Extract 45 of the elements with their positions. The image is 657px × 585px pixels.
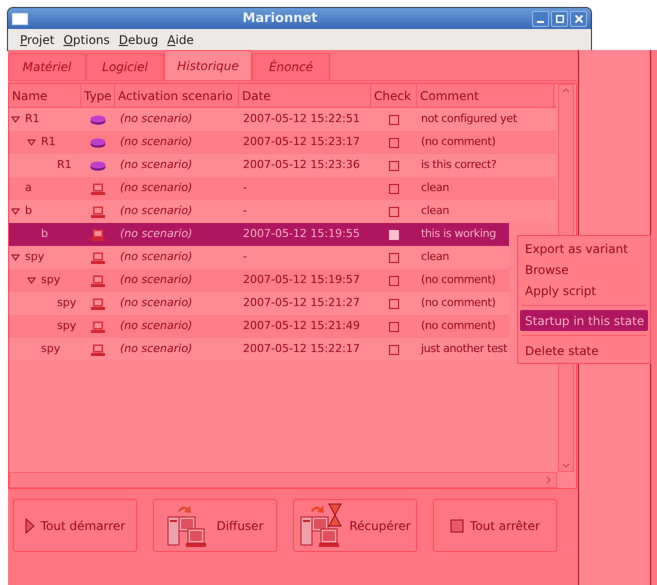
table-cell: this is working: [421, 227, 496, 240]
table-cell: (no comment): [421, 319, 496, 332]
table-cell: 2007-05-12 15:23:36: [243, 158, 360, 172]
tree-cell-text: R1: [41, 134, 56, 150]
tree-cell-text: spy: [41, 272, 60, 288]
table-cell: (no scenario): [120, 158, 192, 172]
tree-cell-text: spy: [57, 295, 76, 312]
table-cell: 2007-05-12 15:21:27: [243, 296, 360, 310]
table-cell: 2007-05-12 15:22:51: [243, 112, 360, 126]
table-cell: (no scenario): [120, 112, 192, 126]
table-cell: 2007-05-12 15:23:17: [243, 135, 360, 148]
table-cell: clean: [421, 181, 450, 194]
table-cell: (no comment): [421, 273, 496, 286]
table-cell: (no scenario): [120, 342, 192, 356]
table-cell: 2007-05-12 15:22:17: [243, 342, 360, 356]
tree-cell-text: R1: [57, 157, 72, 174]
tree-cell-text: spy: [57, 318, 76, 334]
table-cell: -: [243, 181, 247, 194]
tree-cell-text: R1: [25, 111, 40, 128]
tree-cell-text: spy: [41, 341, 60, 358]
table-cell: (no scenario): [120, 296, 192, 310]
table-cell: -: [243, 250, 247, 264]
tree-cell-text: b: [41, 226, 48, 242]
table-cell: -: [243, 204, 247, 218]
table-cell: (no scenario): [120, 250, 192, 264]
window-title: Marionnet: [241, 10, 319, 28]
table-cell: (no scenario): [120, 319, 192, 332]
table-cell: clean: [421, 204, 450, 218]
table-cell: (no comment): [421, 135, 496, 148]
table-cell: (no comment): [421, 296, 496, 310]
table-cell: (no scenario): [120, 273, 192, 286]
table-cell: (no scenario): [120, 135, 192, 148]
table-cell: 2007-05-12 15:19:57: [243, 273, 360, 286]
table-cell: (no scenario): [120, 227, 192, 240]
table-cell: just another test: [421, 342, 508, 356]
tree-cell-text: a: [25, 180, 32, 196]
table-cell: not configured yet: [421, 112, 517, 126]
table-cell: 2007-05-12 15:19:55: [243, 227, 360, 240]
tree-cell-text: b: [25, 203, 32, 220]
table-cell: is this correct?: [421, 158, 496, 172]
table-cell: clean: [421, 250, 450, 264]
table-cell: (no scenario): [120, 204, 192, 218]
table-cell: (no scenario): [120, 181, 192, 194]
tree-cell-text: spy: [25, 249, 44, 266]
table-cell: 2007-05-12 15:21:49: [243, 319, 360, 332]
